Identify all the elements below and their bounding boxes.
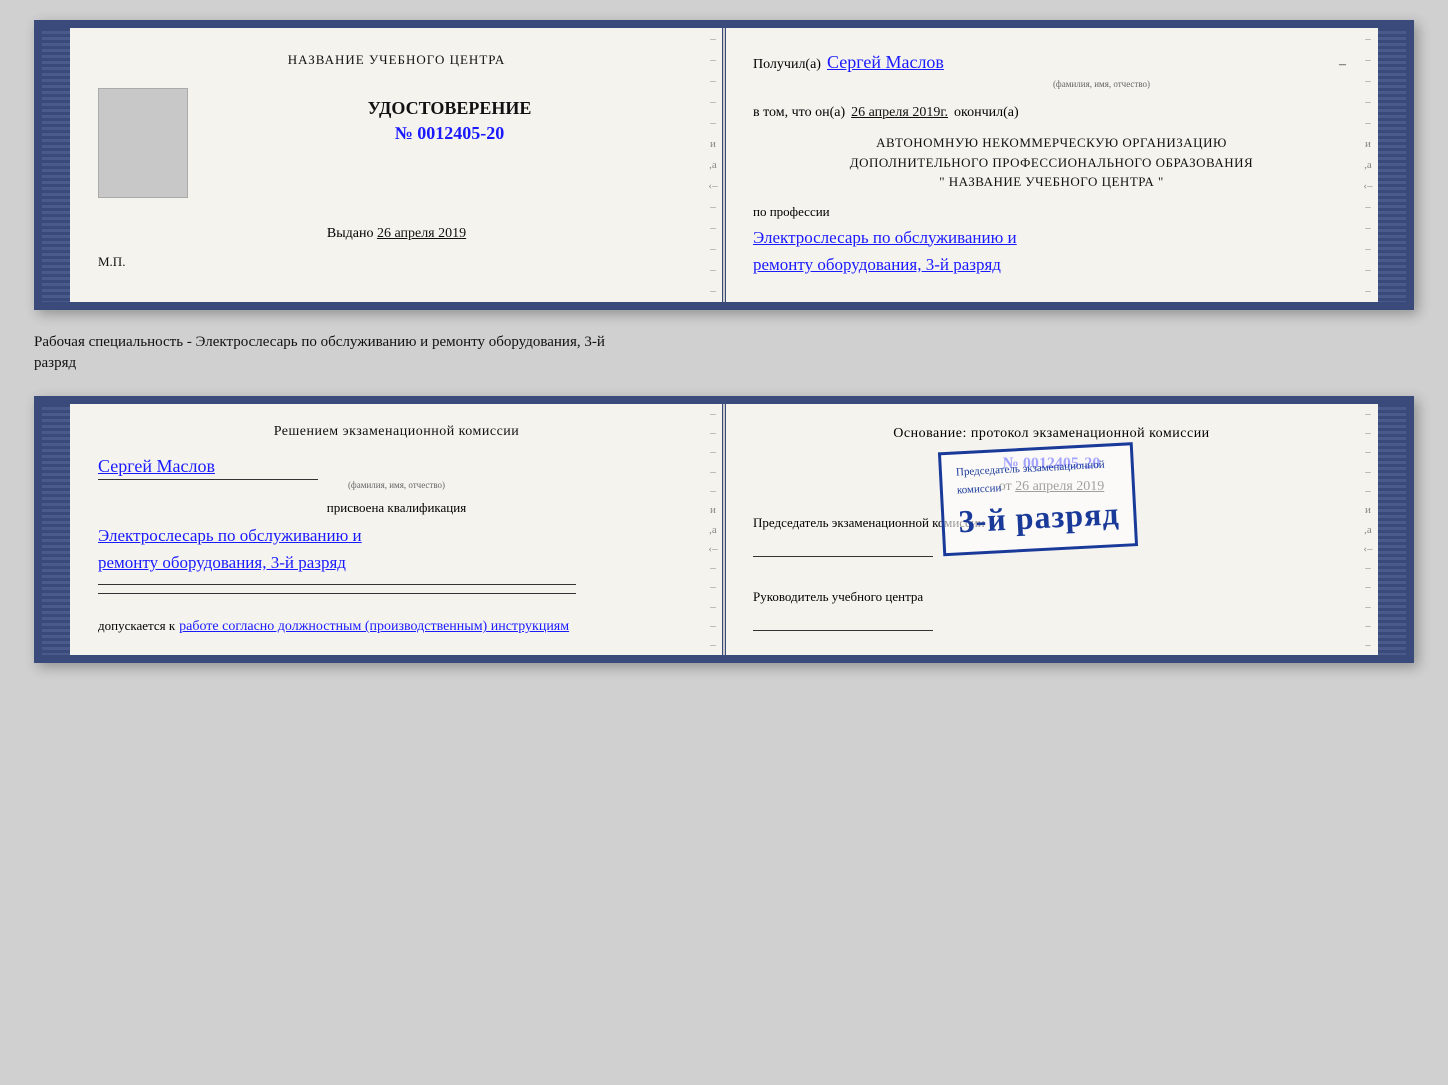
cert2-right-page: Основание: протокол экзаменационной коми… xyxy=(725,404,1378,655)
po-professii: по профессии xyxy=(753,204,1350,220)
certificate-book-1: НАЗВАНИЕ УЧЕБНОГО ЦЕНТРА УДОСТОВЕРЕНИЕ №… xyxy=(34,20,1414,310)
cert1-left-page: НАЗВАНИЕ УЧЕБНОГО ЦЕНТРА УДОСТОВЕРЕНИЕ №… xyxy=(70,28,725,302)
edge-decoration-right: ––––– и,а‹– ––––– xyxy=(1358,28,1378,302)
vtom-date: 26 апреля 2019г. xyxy=(851,105,948,121)
org-line1: АВТОНОМНУЮ НЕКОММЕРЧЕСКУЮ ОРГАНИЗАЦИЮ xyxy=(753,133,1350,153)
photo-placeholder xyxy=(98,88,188,198)
left-spine-2 xyxy=(42,404,70,655)
vydano-line: Выдано 26 апреля 2019 xyxy=(98,226,695,242)
certificate-book-2: Решением экзаменационной комиссии Сергей… xyxy=(34,396,1414,663)
edge-decoration-right-2: ––––– и,а‹– ––––– xyxy=(1358,404,1378,655)
recipient-name: Сергей Маслов xyxy=(827,52,1329,73)
org-block: АВТОНОМНУЮ НЕКОММЕРЧЕСКУЮ ОРГАНИЗАЦИЮ ДО… xyxy=(753,133,1350,192)
between-line1: Рабочая специальность - Электрослесарь п… xyxy=(34,332,1414,353)
vtom-label: в том, что он(а) xyxy=(753,105,845,121)
right-spine-2 xyxy=(1378,404,1406,655)
stamp: Председатель экзаменационнойкомиссии 3-й… xyxy=(938,443,1138,557)
fio-label-1: (фамилия, имя, отчество) xyxy=(853,79,1350,89)
profession-line1: Электрослесарь по обслуживанию и xyxy=(753,224,1350,251)
profession-line2: ремонту оборудования, 3-й разряд xyxy=(753,251,1350,278)
edge-decoration-left-2: ––––– и,а‹– ––––– xyxy=(703,404,723,655)
dopusk-text: работе согласно должностным (производств… xyxy=(179,619,569,635)
left-spine-1 xyxy=(42,28,70,302)
dopuskaetsya-line: допускается к работе согласно должностны… xyxy=(98,618,695,635)
right-spine-1 xyxy=(1378,28,1406,302)
rukovoditel-label: Руководитель учебного центра xyxy=(753,589,1350,606)
org-line3: " НАЗВАНИЕ УЧЕБНОГО ЦЕНТРА " xyxy=(753,172,1350,192)
vtom-line: в том, что он(а) 26 апреля 2019г. окончи… xyxy=(753,105,1350,121)
cert1-right-page: Получил(а) Сергей Маслов – (фамилия, имя… xyxy=(725,28,1378,302)
vydano-date: 26 апреля 2019 xyxy=(377,226,466,241)
okончил-label: окончил(а) xyxy=(954,105,1019,121)
stamp-big-text: 3-й разряд xyxy=(958,491,1121,544)
edge-decoration-left: ––––– и,а‹– ––––– xyxy=(703,28,723,302)
rukovoditel-block: Руководитель учебного центра xyxy=(753,589,1350,631)
org-line2: ДОПОЛНИТЕЛЬНОГО ПРОФЕССИОНАЛЬНОГО ОБРАЗО… xyxy=(753,153,1350,173)
vydano-label: Выдано xyxy=(327,226,374,241)
between-text: Рабочая специальность - Электрослесарь п… xyxy=(34,326,1414,380)
stamp-prefix: Председатель экзаменационнойкомиссии xyxy=(956,459,1105,497)
osnovanie-label: Основание: протокол экзаменационной коми… xyxy=(753,424,1350,444)
udostoverenie-label: УДОСТОВЕРЕНИЕ xyxy=(204,98,695,119)
poluchil-label: Получил(а) xyxy=(753,57,821,73)
cert1-header: НАЗВАНИЕ УЧЕБНОГО ЦЕНТРА xyxy=(98,52,695,68)
prisvoena-label: присвоена квалификация xyxy=(98,500,695,516)
poluchil-line: Получил(а) Сергей Маслов – xyxy=(753,52,1350,73)
cert2-profession-line2: ремонту оборудования, 3-й разряд xyxy=(98,549,695,576)
cert2-name: Сергей Маслов xyxy=(98,456,215,476)
cert2-profession-line1: Электрослесарь по обслуживанию и xyxy=(98,522,695,549)
between-line2: разряд xyxy=(34,353,1414,374)
resheniem-title: Решением экзаменационной комиссии xyxy=(98,424,695,440)
cert1-number: № 0012405-20 xyxy=(204,123,695,144)
cert2-left-page: Решением экзаменационной комиссии Сергей… xyxy=(70,404,725,655)
mp-label: М.П. xyxy=(98,254,695,270)
fio-label-2: (фамилия, имя, отчество) xyxy=(98,480,695,490)
dopuskaetsya-label: допускается к xyxy=(98,618,175,634)
